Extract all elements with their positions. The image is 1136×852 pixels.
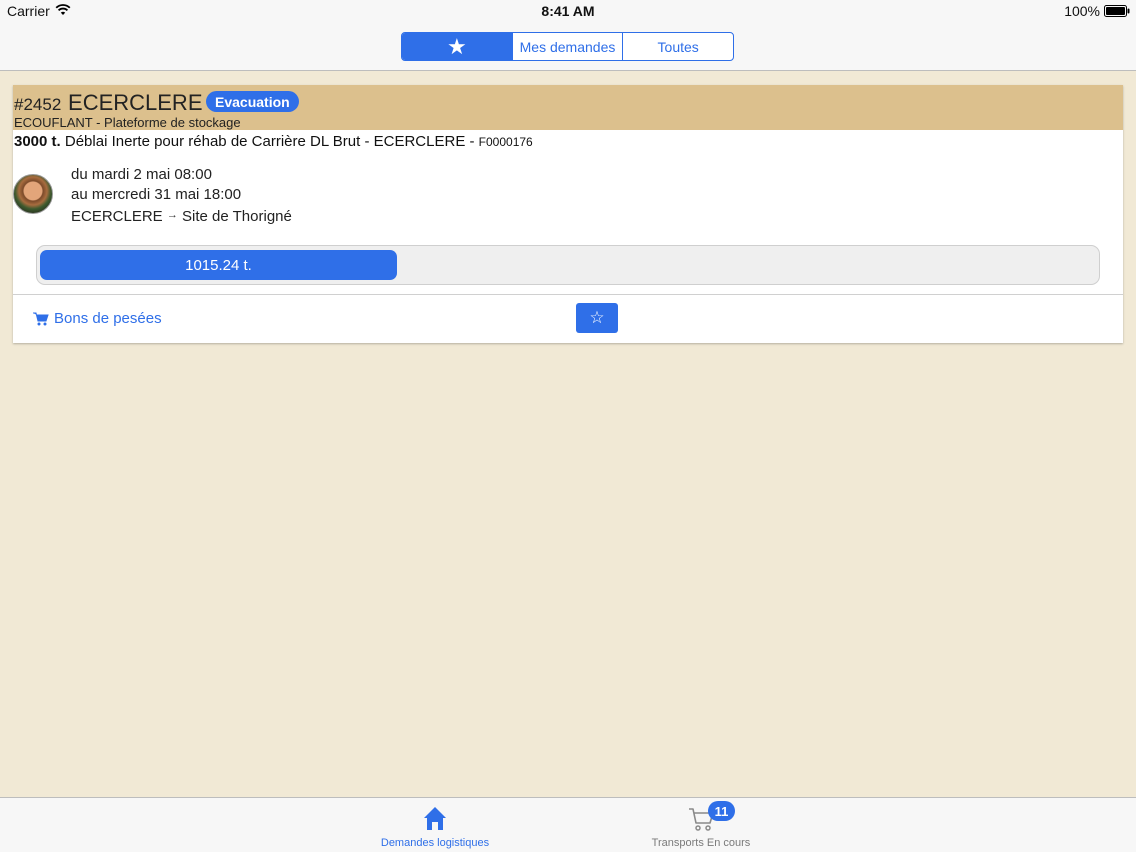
- request-code: F0000176: [478, 135, 533, 149]
- status-bar: Carrier 8:41 AM 100%: [0, 0, 1136, 24]
- cart-icon: [33, 312, 49, 325]
- tab-demandes-logistiques[interactable]: Demandes logistiques: [355, 798, 515, 852]
- segment-favorites[interactable]: ★: [402, 33, 512, 60]
- progress-fill: 1015.24 t.: [40, 250, 397, 280]
- status-time: 8:41 AM: [541, 3, 595, 19]
- star-outline-icon: ☆: [589, 308, 605, 327]
- filter-segmented-control: ★ Mes demandes Toutes: [401, 32, 734, 61]
- avatar: [13, 174, 53, 214]
- request-title: #2452 ECERCLERE: [14, 90, 203, 116]
- tab-label: Transports En cours: [651, 837, 751, 849]
- nav-bar: ★ Mes demandes Toutes: [0, 24, 1136, 71]
- route-destination: Site de Thorigné: [182, 208, 292, 225]
- star-icon: ★: [446, 33, 467, 59]
- progress-bar: 1015.24 t.: [36, 245, 1100, 285]
- progress-label: 1015.24 t.: [185, 256, 252, 274]
- battery-percent: 100%: [1064, 3, 1100, 19]
- route-origin: ECERCLERE: [71, 208, 163, 225]
- date-from: du mardi 2 mai 08:00: [71, 166, 212, 183]
- type-badge: Evacuation: [206, 91, 299, 112]
- date-to: au mercredi 31 mai 18:00: [71, 186, 242, 203]
- segment-mes-demandes[interactable]: Mes demandes: [511, 33, 623, 60]
- segment-toutes[interactable]: Toutes: [622, 33, 733, 60]
- request-name: ECERCLERE: [68, 90, 203, 115]
- arrow-right-icon: →: [166, 209, 178, 221]
- request-number: #2452: [14, 95, 62, 114]
- tab-bar: Demandes logistiques 11 Transports En co…: [0, 797, 1136, 852]
- battery-icon: [1104, 5, 1130, 17]
- favorite-button[interactable]: ☆: [576, 303, 618, 333]
- request-card[interactable]: #2452 ECERCLERE Evacuation ECOUFLANT - P…: [13, 85, 1123, 343]
- request-schedule: du mardi 2 mai 08:00 au mercredi 31 mai …: [71, 165, 292, 227]
- bons-de-pesees-link[interactable]: Bons de pesées: [33, 310, 162, 327]
- request-quantity: 3000 t.: [14, 133, 61, 150]
- tab-transports-en-cours[interactable]: 11 Transports En cours: [621, 798, 781, 852]
- tab-label: Demandes logistiques: [380, 837, 490, 849]
- request-site: ECOUFLANT - Plateforme de stockage: [14, 115, 241, 130]
- transports-count-badge: 11: [708, 801, 735, 821]
- request-description: 3000 t. Déblai Inerte pour réhab de Carr…: [14, 133, 533, 150]
- request-description-text: Déblai Inerte pour réhab de Carrière DL …: [64, 133, 475, 150]
- card-footer: Bons de pesées ☆: [13, 294, 1123, 343]
- card-header: #2452 ECERCLERE Evacuation ECOUFLANT - P…: [13, 85, 1123, 130]
- route: ECERCLERE → Site de Thorigné: [71, 205, 292, 227]
- bons-label: Bons de pesées: [54, 310, 162, 327]
- home-icon: [424, 807, 446, 830]
